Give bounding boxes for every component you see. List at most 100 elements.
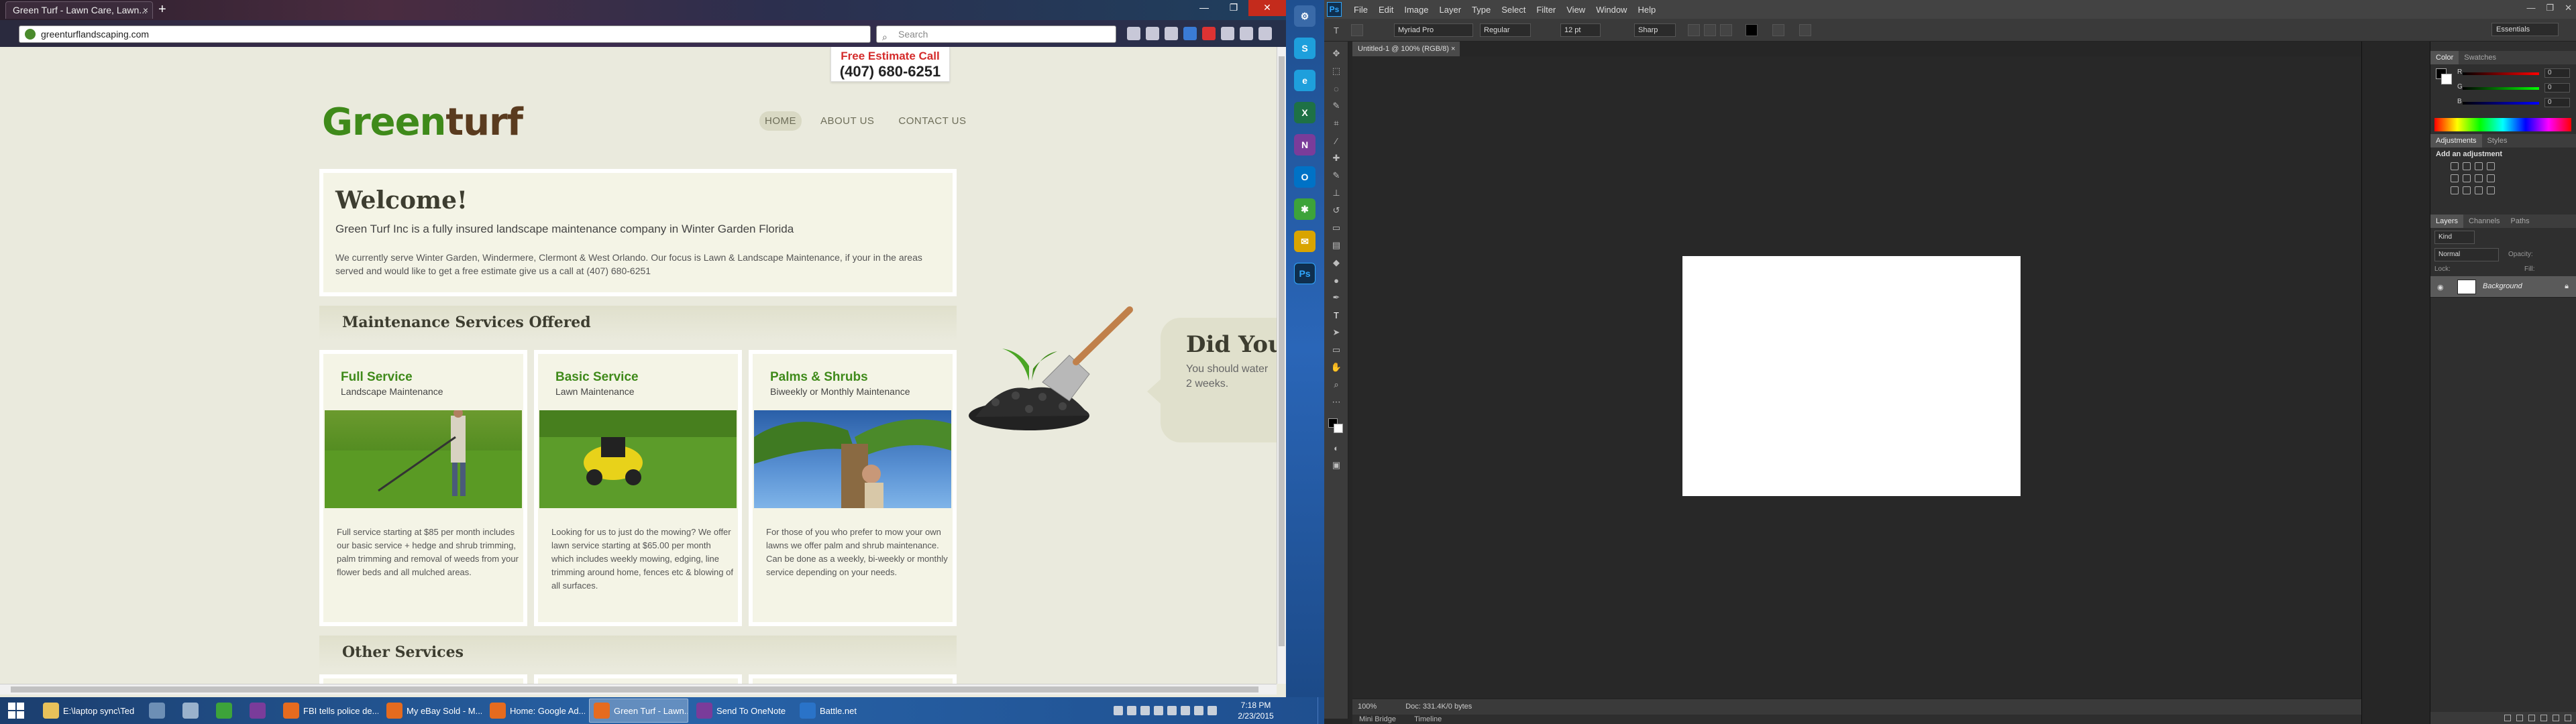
lasso-tool-icon[interactable]: ◌ — [1330, 82, 1343, 95]
align-left-icon[interactable] — [1688, 24, 1700, 36]
dodge-tool-icon[interactable]: ● — [1330, 274, 1343, 287]
network-icon[interactable] — [1181, 706, 1190, 715]
tray-app-icon[interactable] — [1154, 706, 1163, 715]
menu-window[interactable]: Window — [1591, 5, 1632, 15]
blue-slider[interactable] — [2463, 102, 2539, 105]
gradient-map-icon[interactable] — [2487, 186, 2495, 194]
taskbar-item[interactable] — [246, 699, 275, 723]
new-layer-icon[interactable] — [2553, 715, 2559, 721]
styles-tab[interactable]: Styles — [2482, 134, 2513, 147]
zoom-tool-icon[interactable]: ⌕ — [1330, 378, 1343, 391]
brush-tool-icon[interactable]: ✎ — [1330, 169, 1343, 182]
align-center-icon[interactable] — [1704, 24, 1716, 36]
layer-row-background[interactable]: ◉ Background 🔒︎ — [2430, 276, 2576, 298]
maximize-button[interactable]: ❐ — [1219, 0, 1248, 16]
volume-icon[interactable] — [1194, 706, 1203, 715]
green-slider[interactable] — [2463, 87, 2539, 90]
maximize-button[interactable]: ❐ — [2546, 3, 2554, 13]
align-right-icon[interactable] — [1720, 24, 1732, 36]
close-window-button[interactable]: ✕ — [2565, 3, 2572, 13]
fx-icon[interactable] — [2516, 715, 2523, 721]
layer-filter-kind[interactable]: Kind — [2434, 231, 2475, 244]
excel-icon[interactable]: X — [1294, 102, 1316, 123]
color-spectrum[interactable] — [2434, 118, 2571, 131]
search-bar[interactable]: ⌕ Search — [876, 25, 1116, 43]
vertical-scrollbar[interactable] — [1277, 47, 1286, 684]
orientation-toggle[interactable] — [1351, 24, 1363, 36]
close-tab-icon[interactable]: × — [143, 2, 148, 18]
taskbar-item[interactable]: E:\laptop sync\Ted — [39, 699, 140, 723]
taskbar-item[interactable]: Home: Google Ad... — [486, 699, 585, 723]
marquee-tool-icon[interactable]: ⬚ — [1330, 64, 1343, 78]
horizontal-scrollbar[interactable] — [0, 684, 1277, 695]
levels-icon[interactable] — [2463, 162, 2471, 170]
outlook-icon[interactable]: O — [1294, 166, 1316, 188]
menu-type[interactable]: Type — [1466, 5, 1496, 15]
layers-tab[interactable]: Layers — [2430, 215, 2464, 228]
show-hidden-icons-icon[interactable] — [1114, 706, 1123, 715]
adjustments-tab[interactable]: Adjustments — [2430, 134, 2482, 147]
exposure-icon[interactable] — [2487, 162, 2495, 170]
extra-tools-icon[interactable]: ⋯ — [1330, 396, 1343, 409]
green-value[interactable]: 0 — [2544, 83, 2570, 93]
browser-tab[interactable]: Green Turf - Lawn Care, Lawn... × — [5, 1, 153, 19]
font-style-select[interactable]: Regular — [1480, 23, 1531, 37]
menu-filter[interactable]: Filter — [1531, 5, 1561, 15]
delete-layer-icon[interactable] — [2565, 715, 2571, 721]
menu-select[interactable]: Select — [1496, 5, 1531, 15]
mini-bridge-tab[interactable]: Mini Bridge — [1359, 715, 1396, 723]
start-button[interactable] — [0, 697, 32, 724]
keyboard-icon[interactable] — [1208, 706, 1217, 715]
menu-icon[interactable] — [1258, 27, 1272, 40]
red-slider[interactable] — [2463, 72, 2539, 75]
menu-layer[interactable]: Layer — [1434, 5, 1467, 15]
adblock-icon[interactable] — [1202, 27, 1216, 40]
eyedropper-tool-icon[interactable]: ⁄ — [1330, 134, 1343, 147]
pen-tool-icon[interactable]: ✒ — [1330, 291, 1343, 304]
nav-home[interactable]: HOME — [759, 111, 802, 131]
vibrance-icon[interactable] — [2451, 174, 2459, 182]
workspace-select[interactable]: Essentials — [2491, 23, 2559, 36]
service-card-basic[interactable]: Basic Service Lawn Maintenance Looking f… — [534, 350, 742, 626]
taskbar-item[interactable] — [145, 699, 174, 723]
site-logo[interactable]: Greenturf — [322, 101, 523, 144]
color-balance-icon[interactable] — [2475, 174, 2483, 182]
quick-select-tool-icon[interactable]: ✎ — [1330, 99, 1343, 113]
sync-icon[interactable] — [1240, 27, 1253, 40]
taskbar-item[interactable]: My eBay Sold - M... — [382, 699, 482, 723]
service-card-palms[interactable]: Palms & Shrubs Biweekly or Monthly Maint… — [749, 350, 957, 626]
taskbar-item[interactable]: Send To OneNote — [692, 699, 792, 723]
menu-file[interactable]: File — [1348, 5, 1373, 15]
posterize-icon[interactable] — [2463, 186, 2471, 194]
tray-app-icon[interactable] — [1140, 706, 1150, 715]
minimize-button[interactable]: — — [1189, 0, 1219, 16]
menu-view[interactable]: View — [1561, 5, 1591, 15]
curves-icon[interactable] — [2475, 162, 2483, 170]
canvas-document[interactable] — [1682, 256, 2021, 496]
internet-explorer-icon[interactable]: e — [1294, 70, 1316, 91]
service-card-full[interactable]: Full Service Landscape Maintenance Full … — [319, 350, 527, 626]
bookmark-star-icon[interactable] — [1146, 27, 1159, 40]
menu-help[interactable]: Help — [1632, 5, 1661, 15]
minimize-button[interactable]: — — [2526, 3, 2535, 13]
blue-value[interactable]: 0 — [2544, 98, 2570, 107]
crop-tool-icon[interactable]: ⌗ — [1330, 117, 1343, 130]
taskbar-item[interactable]: FBI tells police de... — [279, 699, 378, 723]
show-desktop-button[interactable] — [1318, 697, 1324, 724]
mail-icon[interactable]: ✉ — [1294, 231, 1316, 252]
healing-brush-tool-icon[interactable]: ✚ — [1330, 152, 1343, 165]
text-color-swatch[interactable] — [1746, 24, 1758, 36]
font-size-select[interactable]: 12 pt — [1560, 23, 1601, 37]
type-tool-icon[interactable]: T — [1330, 23, 1343, 37]
bookmarks-icon[interactable] — [1165, 27, 1178, 40]
blend-mode-select[interactable]: Normal — [2434, 248, 2499, 261]
close-document-icon[interactable]: × — [1451, 45, 1455, 53]
menu-image[interactable]: Image — [1399, 5, 1434, 15]
estimate-phone[interactable]: (407) 680-6251 — [831, 63, 949, 80]
threshold-icon[interactable] — [2475, 186, 2483, 194]
close-window-button[interactable]: ✕ — [1248, 0, 1286, 16]
color-tab[interactable]: Color — [2430, 51, 2459, 64]
channels-tab[interactable]: Channels — [2463, 215, 2505, 228]
new-tab-button[interactable]: + — [158, 2, 166, 17]
red-value[interactable]: 0 — [2544, 68, 2570, 78]
